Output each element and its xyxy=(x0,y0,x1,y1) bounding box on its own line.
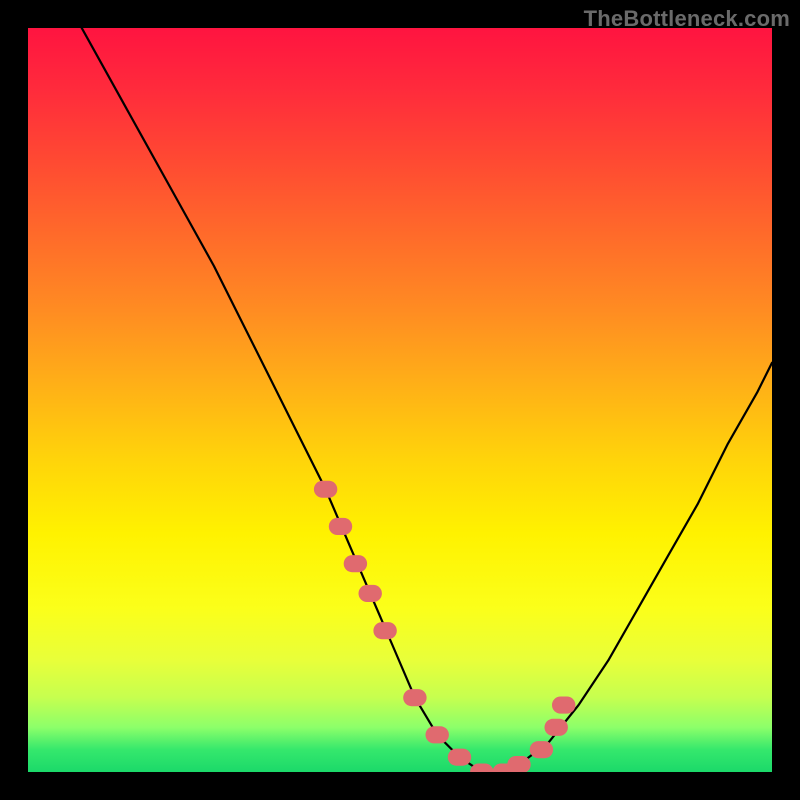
highlight-marker xyxy=(448,749,471,766)
bottleneck-curve xyxy=(28,28,772,772)
chart-frame: TheBottleneck.com xyxy=(0,0,800,800)
highlight-marker xyxy=(314,481,337,498)
plot-area xyxy=(28,28,772,772)
highlight-marker xyxy=(507,756,530,772)
highlight-marker xyxy=(329,518,352,535)
highlight-marker xyxy=(373,622,396,639)
highlight-marker xyxy=(426,726,449,743)
highlight-marker xyxy=(403,689,426,706)
curve-svg xyxy=(28,28,772,772)
highlight-marker xyxy=(552,697,575,714)
highlight-markers xyxy=(314,481,576,772)
highlight-marker xyxy=(470,764,493,773)
highlight-marker xyxy=(545,719,568,736)
highlight-marker xyxy=(530,741,553,758)
highlight-marker xyxy=(344,555,367,572)
highlight-marker xyxy=(359,585,382,602)
